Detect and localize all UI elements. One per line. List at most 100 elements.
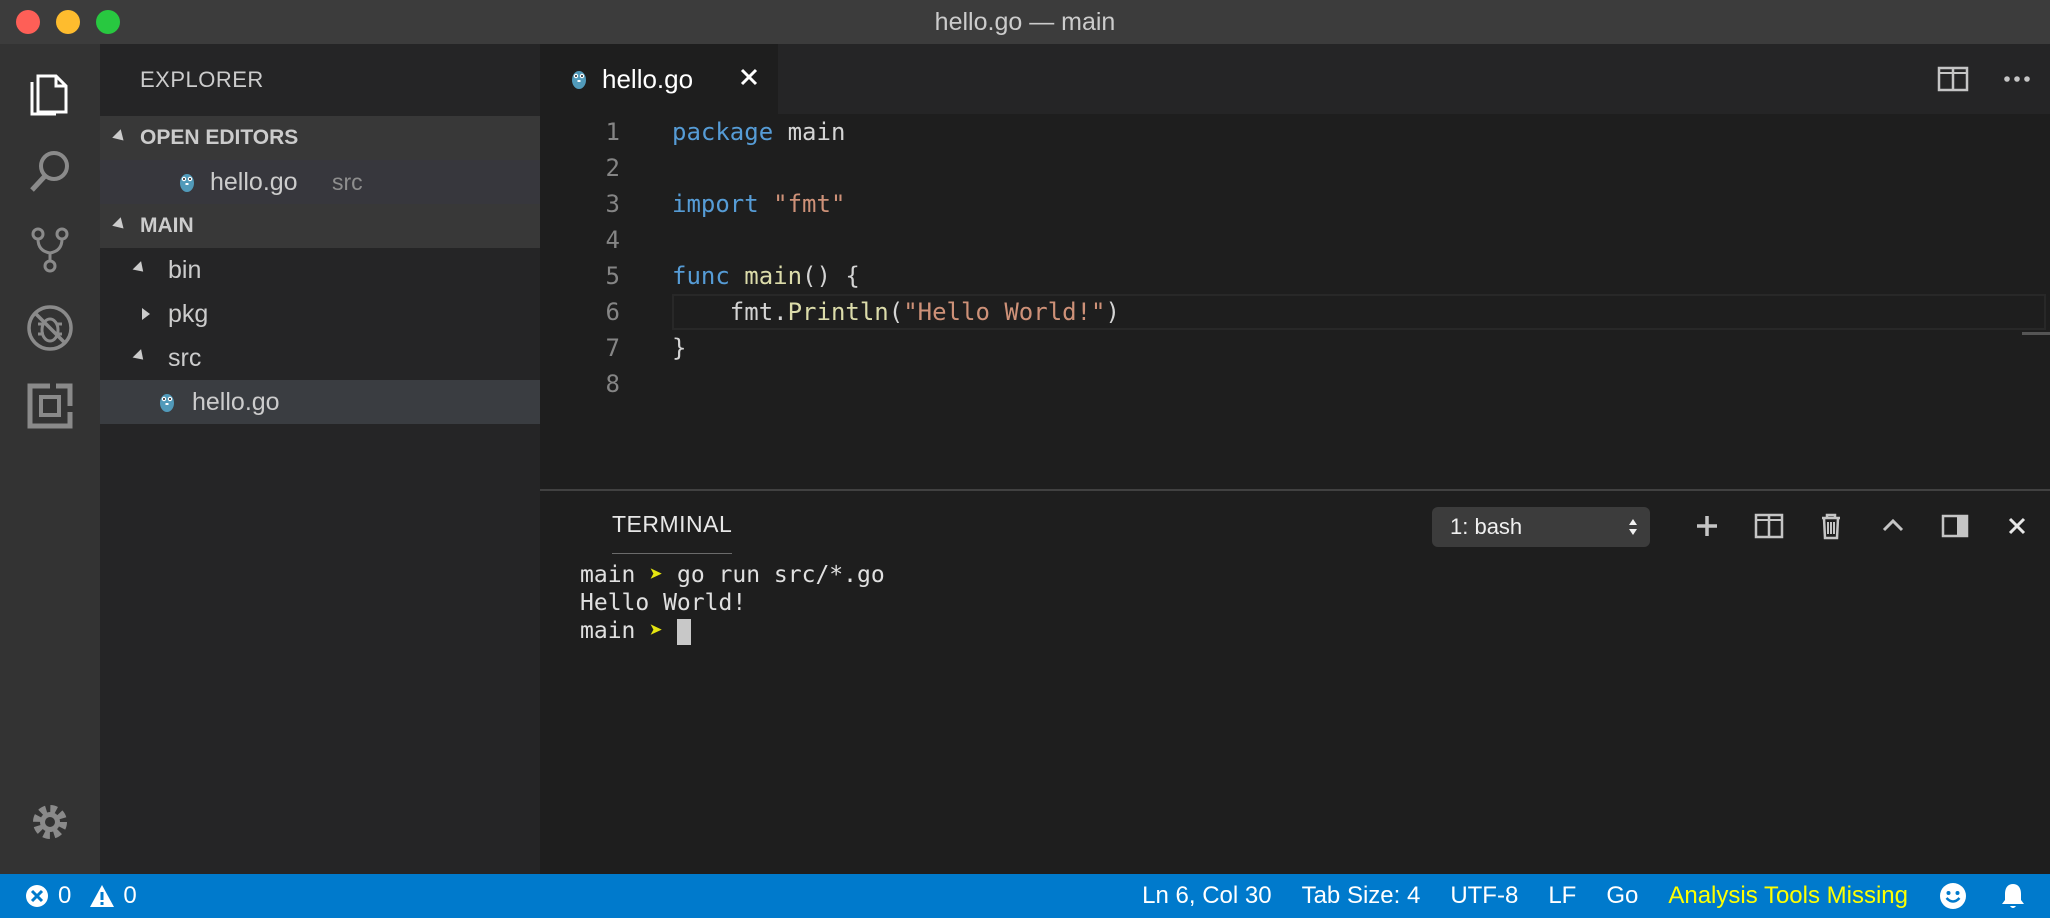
trash-icon[interactable] <box>1814 509 1848 543</box>
overview-ruler-marker <box>2022 332 2050 335</box>
chevron-down-icon <box>112 129 128 145</box>
analysis-tools-warning[interactable]: Analysis Tools Missing <box>1668 882 1908 910</box>
debug-icon[interactable] <box>22 300 78 356</box>
go-file-icon <box>158 390 176 421</box>
split-editor-icon[interactable] <box>1936 62 1970 96</box>
open-editors-section[interactable]: OPEN EDITORS <box>100 116 540 160</box>
notifications-bell-icon[interactable] <box>1998 881 2028 911</box>
tab-terminal[interactable]: TERMINAL <box>612 511 732 538</box>
end-of-line[interactable]: LF <box>1548 882 1576 910</box>
cursor-position[interactable]: Ln 6, Col 30 <box>1142 882 1271 910</box>
code-line-7: 7 } <box>540 330 2050 366</box>
tab-hello-go[interactable]: hello.go <box>540 44 778 114</box>
explorer-sidebar: EXPLORER OPEN EDITORS hello.go src MAIN … <box>100 44 540 874</box>
project-title: MAIN <box>140 214 194 237</box>
tree-item-bin[interactable]: bin <box>100 248 540 292</box>
title-bar: hello.go — main <box>0 0 2050 44</box>
error-icon <box>26 885 48 907</box>
search-icon[interactable] <box>22 144 78 200</box>
project-section[interactable]: MAIN <box>100 204 540 248</box>
minimize-window-button[interactable] <box>56 10 80 34</box>
line-number: 8 <box>605 370 620 398</box>
window-controls <box>16 10 120 34</box>
close-window-button[interactable] <box>16 10 40 34</box>
go-file-icon <box>178 170 196 201</box>
prompt-arrow-icon: ➤ <box>649 562 664 588</box>
terminal-prompt: main <box>580 562 636 588</box>
extensions-icon[interactable] <box>22 378 78 434</box>
open-editor-folder: src <box>332 168 363 195</box>
line-number: 6 <box>605 298 620 326</box>
chevron-up-icon[interactable] <box>1876 509 1910 543</box>
code-keyword: func <box>672 262 730 290</box>
code-string: "fmt" <box>773 190 846 218</box>
terminal-line: Hello World! <box>580 590 747 616</box>
tree-item-hello-go[interactable]: hello.go <box>100 380 540 424</box>
feedback-smiley-icon[interactable] <box>1938 881 1968 911</box>
code-text: () { <box>802 262 860 290</box>
tree-item-label: hello.go <box>192 387 280 416</box>
code-line-3: 3 import "fmt" <box>540 186 2050 222</box>
terminal-line: main ➤ <box>580 617 885 645</box>
tab-label: hello.go <box>602 63 694 94</box>
gear-icon[interactable] <box>22 794 78 850</box>
terminal-select[interactable]: 1: bash <box>1432 507 1650 547</box>
split-terminal-icon[interactable] <box>1752 509 1786 543</box>
line-number: 2 <box>605 154 620 182</box>
source-control-icon[interactable] <box>22 222 78 278</box>
tree-item-label: src <box>168 343 202 372</box>
active-tab-underline <box>612 553 732 554</box>
open-editors-title: OPEN EDITORS <box>140 126 299 149</box>
terminal-line: main ➤ go run src/*.go <box>580 561 885 589</box>
code-text: fmt. <box>729 298 788 326</box>
chevron-down-icon <box>132 261 148 276</box>
line-number: 4 <box>605 226 620 254</box>
tab-size[interactable]: Tab Size: 4 <box>1302 882 1421 910</box>
window-title: hello.go — main <box>934 7 1116 36</box>
code-editor[interactable]: 1 package main 2 3 import "fmt" 4 5 func… <box>540 114 2050 489</box>
problems-indicator[interactable]: 0 0 <box>24 874 137 918</box>
chevron-right-icon <box>142 308 150 320</box>
code-text: main <box>773 118 846 146</box>
panel-header: TERMINAL 1: bash <box>540 491 2050 561</box>
new-terminal-icon[interactable] <box>1690 509 1724 543</box>
close-icon[interactable] <box>738 66 760 88</box>
file-encoding[interactable]: UTF-8 <box>1450 882 1518 910</box>
bottom-panel: TERMINAL 1: bash main ➤ go run src/*.go … <box>540 489 2050 874</box>
status-bar: 0 0 Ln 6, Col 30 Tab Size: 4 UTF-8 LF Go… <box>0 874 2050 918</box>
editor-group: hello.go 1 package main 2 3 import "fmt"… <box>540 44 2050 489</box>
more-actions-icon[interactable] <box>2000 62 2034 96</box>
tree-item-src[interactable]: src <box>100 336 540 380</box>
line-number: 1 <box>605 118 620 146</box>
panel-actions <box>1690 509 2034 543</box>
close-panel-icon[interactable] <box>2000 509 2034 543</box>
line-number: 3 <box>605 190 620 218</box>
prompt-arrow-icon: ➤ <box>649 618 664 644</box>
code-line-4: 4 <box>540 222 2050 258</box>
code-line-1: 1 package main <box>540 114 2050 150</box>
chevron-down-icon <box>132 349 148 364</box>
terminal-command: go run src/*.go <box>676 562 885 588</box>
open-editor-item[interactable]: hello.go src <box>100 160 540 204</box>
code-line-8: 8 <box>540 366 2050 402</box>
editor-actions <box>1936 62 2034 96</box>
activity-bar <box>0 44 100 874</box>
maximize-window-button[interactable] <box>96 10 120 34</box>
terminal-prompt: main <box>580 618 636 644</box>
toggle-panel-position-icon[interactable] <box>1938 509 1972 543</box>
code-line-2: 2 <box>540 150 2050 186</box>
code-function: main <box>744 262 803 290</box>
line-number: 7 <box>605 334 620 362</box>
go-file-icon <box>572 71 586 89</box>
files-icon[interactable] <box>22 66 78 122</box>
tree-item-pkg[interactable]: pkg <box>100 292 540 336</box>
code-text: ) <box>1105 298 1120 326</box>
code-keyword: package <box>672 118 774 146</box>
code-line-6: 6 fmt.Println("Hello World!") <box>540 294 2050 330</box>
warning-count: 0 <box>123 882 137 909</box>
language-mode[interactable]: Go <box>1606 882 1638 910</box>
terminal-output[interactable]: main ➤ go run src/*.go Hello World! main… <box>580 561 885 645</box>
explorer-header: EXPLORER <box>140 67 264 92</box>
select-arrows-icon <box>1629 519 1637 535</box>
code-string: "Hello World!" <box>903 298 1106 326</box>
